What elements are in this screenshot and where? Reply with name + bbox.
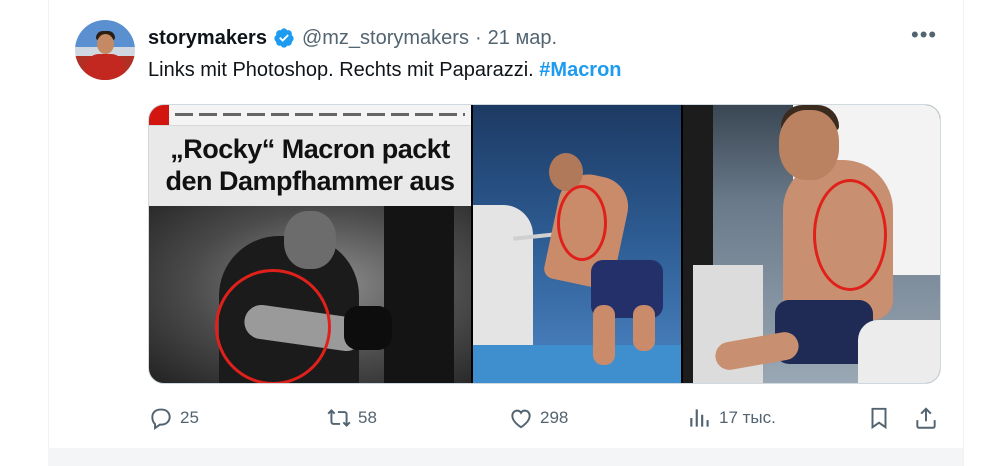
like-button[interactable]: 298 [508,398,568,438]
media-grid: „Rocky“ Macron packt den Dampfhammer aus [148,104,941,384]
tweet-card[interactable]: storymakers @mz_storymakers · 21 мар. ••… [0,0,1005,466]
media-image-middle[interactable] [473,105,681,383]
timeline-border-left [48,0,49,466]
avatar-face [97,34,114,54]
highlight-circle-middle [557,185,607,261]
newspaper-logo [149,105,169,125]
hashtag-link[interactable]: #Macron [539,59,621,81]
share-button[interactable] [913,398,939,438]
highlight-circle-right [813,179,887,291]
views-button[interactable]: 17 тыс. [687,398,776,438]
media-image-left[interactable]: „Rocky“ Macron packt den Dampfhammer aus [149,105,471,383]
newspaper-nav-links [175,113,465,116]
boxer-head [284,211,336,269]
more-icon[interactable]: ••• [911,24,937,46]
next-tweet-divider [48,448,963,466]
tweet-actions: 25 58 298 17 тыс. [0,398,1005,438]
tweet-header: storymakers @mz_storymakers · 21 мар. [148,24,557,52]
timeline-border-right [963,0,964,466]
share-icon [916,407,936,429]
bookmark-button[interactable] [866,398,892,438]
media-image-right[interactable] [683,105,940,383]
avatar-shirt [85,54,125,80]
boat-seat [858,320,940,383]
man-head [779,110,839,180]
retweet-count: 58 [358,408,377,427]
tweet-date[interactable]: 21 мар. [488,27,557,50]
newspaper-headline: „Rocky“ Macron packt den Dampfhammer aus [165,134,455,196]
header-separator: · [474,26,482,49]
reply-count: 25 [180,408,199,427]
boxing-glove [344,306,392,350]
author-name[interactable]: storymakers [148,27,267,50]
views-count: 17 тыс. [719,408,776,427]
reply-icon [151,408,171,430]
highlight-circle-left [215,269,331,383]
bookmark-icon [871,407,887,430]
like-count: 298 [540,408,569,427]
avatar[interactable] [75,20,135,80]
punching-bag [384,206,454,383]
boat-motor [473,205,533,345]
author-handle[interactable]: @mz_storymakers [302,27,469,50]
tweet-text: Links mit Photoshop. Rechts mit Paparazz… [148,57,622,83]
sea-water [473,345,681,383]
views-icon [690,409,709,427]
newspaper-nav-strip [149,105,471,126]
like-icon [511,409,531,429]
tweet-text-main: Links mit Photoshop. Rechts mit Paparazz… [148,59,540,81]
retweet-button[interactable]: 58 [326,398,377,438]
swimmer-leg-2 [633,305,655,351]
retweet-icon [327,409,351,427]
reply-button[interactable]: 25 [148,398,199,438]
swimmer-leg [593,305,615,365]
verified-badge-icon [273,27,295,49]
